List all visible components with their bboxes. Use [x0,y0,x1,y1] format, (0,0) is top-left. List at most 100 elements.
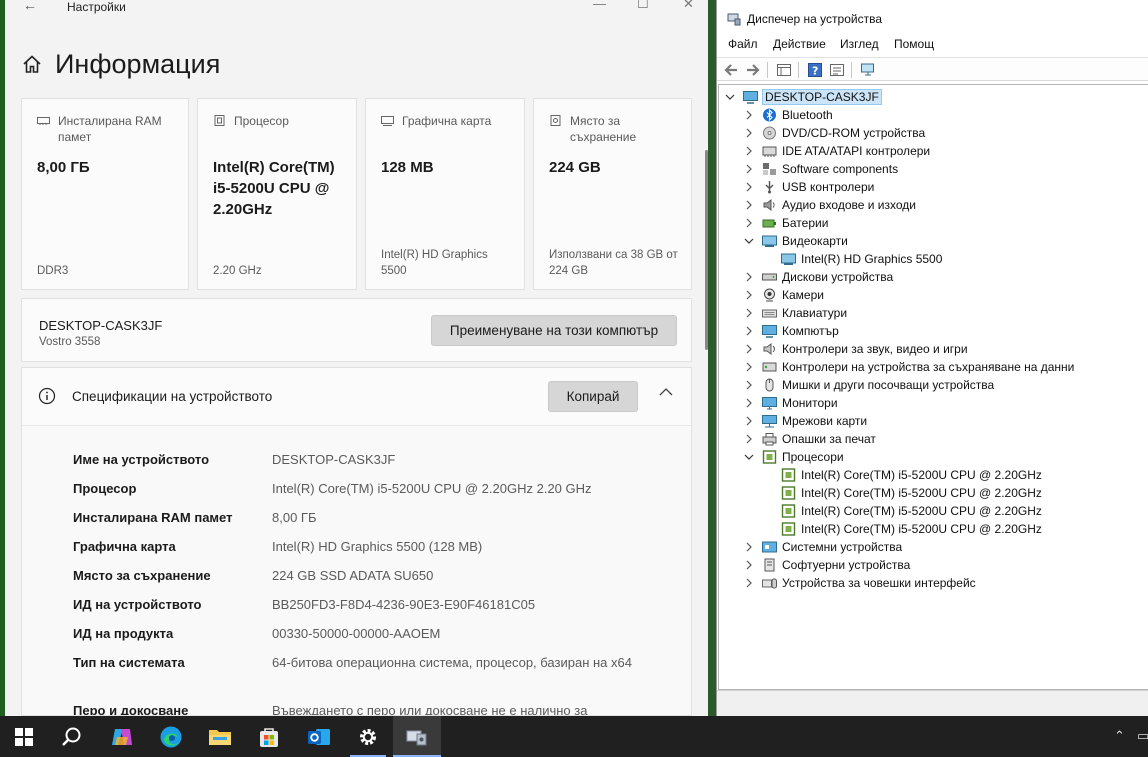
device-manager-taskbar-button[interactable] [393,716,441,757]
minimize-icon[interactable]: — [593,0,606,11]
tree-node[interactable]: Камери [744,286,824,304]
chevron-right-icon[interactable] [744,110,754,120]
store-icon [260,727,278,747]
chevron-right-icon[interactable] [744,380,754,390]
spec-key: Инсталирана RAM памет [73,510,233,525]
tree-node[interactable]: Устройства за човешки интерфейс [744,574,976,592]
tree-node[interactable]: Мрежови карти [744,412,867,430]
help-icon[interactable]: ? [807,62,823,78]
chevron-up-icon[interactable] [659,387,673,397]
tree-node[interactable]: Intel(R) Core(TM) i5-5200U CPU @ 2.20GHz [763,484,1042,502]
file-explorer-button[interactable] [196,716,244,757]
tree-node[interactable]: Bluetooth [744,106,833,124]
tree-node[interactable]: Компютър [744,322,839,340]
chevron-right-icon[interactable] [744,542,754,552]
rename-pc-button[interactable]: Преименуване на този компютър [431,315,677,346]
menu-view[interactable]: Изглед [840,37,879,51]
file-explorer-icon [209,729,231,745]
tree-node[interactable]: Аудио входове и изходи [744,196,916,214]
copilot-button[interactable] [98,716,146,757]
scrollbar[interactable] [705,150,708,350]
chevron-down-icon[interactable] [744,452,754,462]
tree-node[interactable]: IDE ATA/ATAPI контролери [744,142,930,160]
close-icon[interactable]: ✕ [683,0,694,12]
scan-hardware-icon[interactable] [860,62,876,78]
battery-icon[interactable]: ▭ [1137,728,1148,744]
card-value: 224 GB [549,159,601,176]
tree-node[interactable]: Клавиатури [744,304,847,322]
tree-node[interactable]: Монитори [744,394,838,412]
spec-value[interactable]: DESKTOP-CASK3JF [272,451,642,469]
menu-action[interactable]: Действие [773,37,826,51]
tree-node[interactable]: Intel(R) Core(TM) i5-5200U CPU @ 2.20GHz [763,466,1042,484]
forward-arrow-icon[interactable] [745,62,761,78]
home-icon[interactable] [21,53,43,75]
tree-node[interactable]: Software components [744,160,898,178]
settings-titlebar: ← Настройки — ☐ ✕ [5,0,708,16]
chevron-right-icon[interactable] [744,398,754,408]
chevron-right-icon[interactable] [744,308,754,318]
maximize-icon[interactable]: ☐ [637,0,649,12]
search-button[interactable] [48,716,96,757]
tree-node[interactable]: Intel(R) Core(TM) i5-5200U CPU @ 2.20GHz [763,502,1042,520]
tree-node[interactable]: Мишки и други посочващи устройства [744,376,994,394]
store-button[interactable] [245,716,293,757]
chevron-right-icon[interactable] [744,560,754,570]
tree-node[interactable]: Батерии [744,214,828,232]
taskbar: ⌃ ▭ [0,716,1148,757]
menu-file[interactable]: Файл [728,37,758,51]
usb-icon [765,181,774,194]
back-arrow-icon[interactable]: ← [23,0,37,13]
chevron-right-icon[interactable] [744,290,754,300]
tree-node[interactable]: Видеокарти [744,232,848,250]
tree-node-label: Контролери за звук, видео и игри [782,342,968,356]
chevron-right-icon[interactable] [744,128,754,138]
chevron-right-icon[interactable] [744,272,754,282]
spec-value[interactable]: 8,00 ГБ [272,509,642,527]
chevron-right-icon[interactable] [744,146,754,156]
chevron-right-icon[interactable] [744,164,754,174]
tree-root-node[interactable]: DESKTOP-CASK3JF [725,88,882,106]
back-arrow-icon[interactable] [723,62,739,78]
start-button[interactable] [0,716,48,757]
tree-node[interactable]: Intel(R) Core(TM) i5-5200U CPU @ 2.20GHz [763,520,1042,538]
settings-button[interactable] [344,716,392,757]
spec-value[interactable]: 64-битова операционна система, процесор,… [272,654,642,672]
chevron-right-icon[interactable] [744,218,754,228]
spec-value[interactable]: BB250FD3-F8D4-4236-90E3-E90F46181C05 [272,596,642,614]
toolbar: ? [717,57,1148,81]
spec-value[interactable]: 224 GB SSD ADATA SU650 [272,567,642,585]
spec-value[interactable]: 00330-50000-00000-AAOEM [272,625,642,643]
chevron-up-icon[interactable]: ⌃ [1114,728,1125,744]
tree-node[interactable]: Контролери на устройства за съхраняване … [744,358,1074,376]
chevron-right-icon[interactable] [744,362,754,372]
spec-value[interactable]: Intel(R) Core(TM) i5-5200U CPU @ 2.20GHz… [272,480,642,498]
show-hide-tree-icon[interactable] [776,62,792,78]
chevron-right-icon[interactable] [744,326,754,336]
chevron-right-icon[interactable] [744,434,754,444]
tree-node[interactable]: Процесори [744,448,844,466]
chevron-right-icon[interactable] [744,416,754,426]
tree-node[interactable]: DVD/CD-ROM устройства [744,124,925,142]
chevron-right-icon[interactable] [744,578,754,588]
chevron-right-icon[interactable] [744,200,754,210]
chevron-down-icon[interactable] [725,92,735,102]
properties-icon[interactable] [829,62,845,78]
outlook-button[interactable] [295,716,343,757]
spec-value[interactable]: Въвеждането с перо или докосване не е на… [272,702,642,715]
copy-button[interactable]: Копирай [548,381,638,412]
tree-node[interactable]: Контролери за звук, видео и игри [744,340,968,358]
tree-node[interactable]: USB контролери [744,178,874,196]
tree-node[interactable]: Софтуерни устройства [744,556,910,574]
menu-help[interactable]: Помощ [894,37,934,51]
tree-node[interactable]: Intel(R) HD Graphics 5500 [763,250,942,268]
chevron-down-icon[interactable] [744,236,754,246]
edge-button[interactable] [147,716,195,757]
tree-node[interactable]: Системни устройства [744,538,902,556]
spec-value[interactable]: Intel(R) HD Graphics 5500 (128 MB) [272,538,642,556]
specs-header[interactable]: Спецификации на устройството Копирай [22,368,691,426]
chevron-right-icon[interactable] [744,182,754,192]
tree-node[interactable]: Опашки за печат [744,430,876,448]
tree-node[interactable]: Дискови устройства [744,268,893,286]
chevron-right-icon[interactable] [744,344,754,354]
